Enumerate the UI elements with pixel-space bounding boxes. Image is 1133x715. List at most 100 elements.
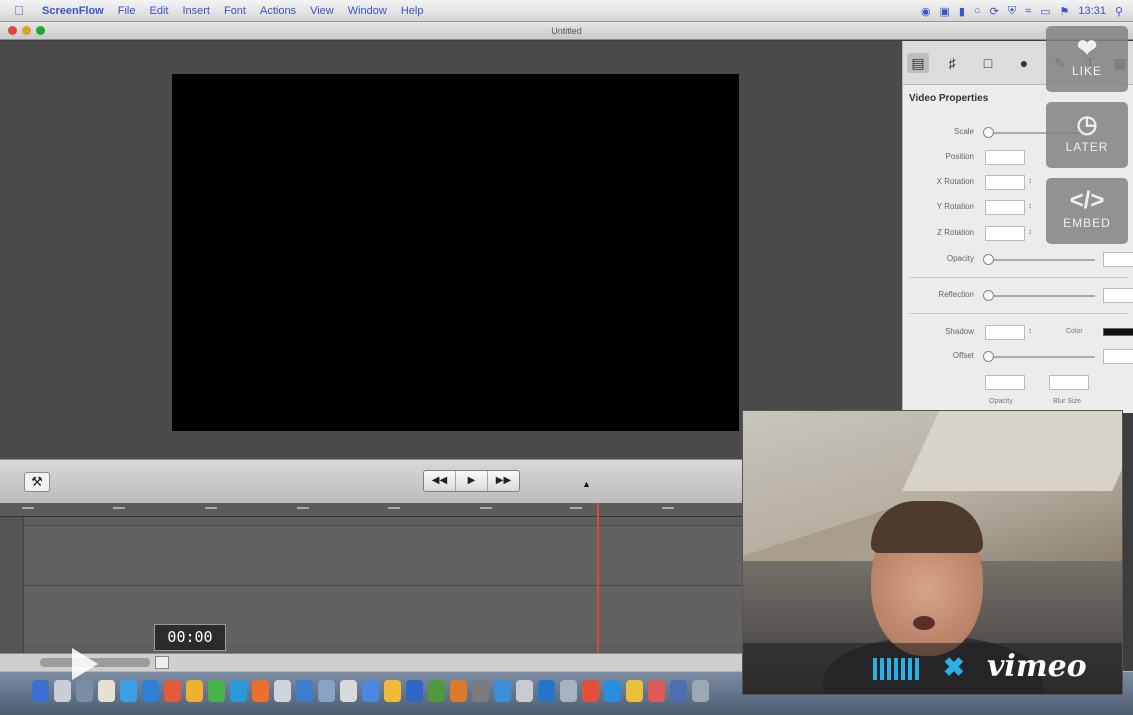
menu-actions[interactable]: Actions — [260, 5, 296, 17]
menu-help[interactable]: Help — [401, 5, 424, 17]
vimeo-play-button[interactable] — [72, 648, 98, 680]
terminal-dock-icon[interactable] — [472, 680, 489, 702]
preferences-dock-icon[interactable] — [296, 680, 313, 702]
offset-knob[interactable] — [983, 351, 994, 362]
battery-icon[interactable]: ▭ — [1040, 5, 1050, 18]
opacity-field[interactable] — [1103, 252, 1133, 267]
vlc-dock-icon[interactable] — [384, 680, 401, 702]
app-store-dock-icon[interactable] — [274, 680, 291, 702]
opacity-knob[interactable] — [983, 254, 994, 265]
display-icon[interactable]: ▣ — [939, 5, 949, 18]
word-dock-icon[interactable] — [406, 680, 423, 702]
video-properties-tab[interactable]: ▤ — [907, 53, 929, 73]
audio-properties-tab[interactable]: ♯ — [941, 53, 963, 73]
video-canvas[interactable] — [172, 74, 739, 431]
x-rotation-stepper[interactable]: ↕ — [1028, 176, 1032, 185]
track-headers — [0, 517, 24, 653]
powerpoint-dock-icon[interactable] — [450, 680, 467, 702]
y-rotation-stepper[interactable]: ↕ — [1028, 201, 1032, 210]
scale-knob[interactable] — [983, 127, 994, 138]
rewind-button[interactable]: ◀◀ — [424, 471, 456, 491]
launchpad-dock-icon[interactable] — [54, 680, 71, 702]
shield-icon[interactable]: ⛨ — [1008, 5, 1016, 18]
mail-dock-icon[interactable] — [142, 680, 159, 702]
menu-file[interactable]: File — [118, 5, 136, 17]
menu-app-name[interactable]: ScreenFlow — [42, 5, 104, 17]
chrome-dock-icon[interactable] — [362, 680, 379, 702]
reflection-field[interactable] — [1103, 288, 1133, 303]
menu-insert[interactable]: Insert — [182, 5, 210, 17]
fullscreen-icon[interactable]: ✖ — [943, 652, 965, 683]
embed-button[interactable]: </> EMBED — [1046, 178, 1128, 244]
skype-dock-icon[interactable] — [494, 680, 511, 702]
trash-dock-icon[interactable] — [692, 680, 709, 702]
documents-dock-icon[interactable] — [670, 680, 687, 702]
zoom-button[interactable] — [36, 26, 45, 35]
playhead[interactable] — [597, 503, 599, 653]
notes-dock-icon[interactable] — [98, 680, 115, 702]
shadow-opacity-field[interactable] — [985, 375, 1025, 390]
folder-dock-icon[interactable] — [626, 680, 643, 702]
watch-later-button[interactable]: ◷ LATER — [1046, 102, 1128, 168]
reflection-knob[interactable] — [983, 290, 994, 301]
opacity-label: Opacity — [946, 254, 974, 263]
reflection-slider[interactable] — [985, 295, 1095, 297]
menu-window[interactable]: Window — [348, 5, 387, 17]
flag-icon[interactable]: ⚑ — [1060, 5, 1070, 18]
minimize-button[interactable] — [22, 26, 31, 35]
volume-bars-icon[interactable] — [873, 658, 928, 680]
search-icon[interactable]: ⚲ — [1115, 5, 1123, 18]
photoshop-dock-icon[interactable] — [538, 680, 555, 702]
dropbox-dock-icon[interactable] — [604, 680, 621, 702]
facetime-dock-icon[interactable] — [230, 680, 247, 702]
menu-edit[interactable]: Edit — [149, 5, 168, 17]
photos-dock-icon[interactable] — [186, 680, 203, 702]
textedit-dock-icon[interactable] — [340, 680, 357, 702]
activity-dock-icon[interactable] — [516, 680, 533, 702]
wifi-icon[interactable]: ≈ — [1025, 5, 1031, 17]
finder-dock-icon[interactable] — [32, 680, 49, 702]
ruler-tick — [205, 507, 217, 509]
downloads-dock-icon[interactable] — [648, 680, 665, 702]
menu-view[interactable]: View — [310, 5, 334, 17]
clock-text[interactable]: 13:31 — [1078, 5, 1106, 17]
calendar-dock-icon[interactable] — [164, 680, 181, 702]
crop-button[interactable]: ⚒ — [24, 472, 50, 492]
circle-icon[interactable]: ○ — [974, 5, 981, 17]
position-x-field[interactable] — [985, 150, 1025, 165]
mission-control-dock-icon[interactable] — [76, 680, 93, 702]
vimeo-logo[interactable]: vimeo — [987, 649, 1087, 684]
messages-dock-icon[interactable] — [208, 680, 225, 702]
opacity-slider[interactable] — [985, 259, 1095, 261]
shadow-stepper[interactable]: ↕ — [1028, 326, 1032, 335]
screenflow-dock-icon[interactable] — [582, 680, 599, 702]
utilities-dock-icon[interactable] — [560, 680, 577, 702]
menu-font[interactable]: Font — [224, 5, 246, 17]
like-button[interactable]: ❤ LIKE — [1046, 26, 1128, 92]
safari-dock-icon[interactable] — [120, 680, 137, 702]
zoom-slider-button[interactable] — [155, 656, 169, 669]
shadow-field[interactable] — [985, 325, 1025, 340]
battery-small-icon[interactable]: ▮ — [959, 5, 965, 18]
apple-icon[interactable]:  — [14, 3, 32, 18]
screen-recording-tab[interactable]: □ — [977, 53, 999, 73]
shadow-row: Shadow ↕ Color — [903, 324, 1133, 342]
blur-size-field[interactable] — [1049, 375, 1089, 390]
excel-dock-icon[interactable] — [428, 680, 445, 702]
close-button[interactable] — [8, 26, 17, 35]
sync-icon[interactable]: ⟳ — [990, 5, 999, 18]
itunes-dock-icon[interactable] — [252, 680, 269, 702]
x-rotation-field[interactable] — [985, 175, 1025, 190]
preview-dock-icon[interactable] — [318, 680, 335, 702]
shadow-color-well[interactable] — [1103, 328, 1133, 336]
callout-tab[interactable]: ● — [1013, 53, 1035, 73]
fast-forward-button[interactable]: ▶▶ — [488, 471, 519, 491]
play-button[interactable]: ▶ — [456, 471, 488, 491]
timecode-badge: 00:00 — [154, 624, 226, 651]
y-rotation-field[interactable] — [985, 200, 1025, 215]
z-rotation-stepper[interactable]: ↕ — [1028, 227, 1032, 236]
z-rotation-field[interactable] — [985, 226, 1025, 241]
screen-record-icon[interactable]: ◉ — [921, 5, 931, 18]
offset-slider[interactable] — [985, 356, 1095, 358]
offset-field[interactable] — [1103, 349, 1133, 364]
